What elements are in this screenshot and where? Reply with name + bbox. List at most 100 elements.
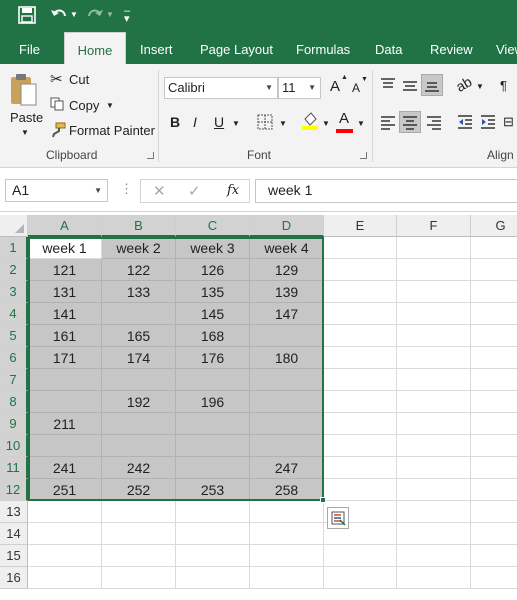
cell-d1[interactable]: week 4: [250, 237, 324, 259]
font-size-select[interactable]: 11 ▼: [278, 77, 321, 99]
copy-button[interactable]: Copy: [69, 98, 99, 113]
column-header-f[interactable]: F: [397, 215, 471, 237]
cancel-icon[interactable]: ✕: [153, 182, 166, 200]
cell-a9[interactable]: 211: [28, 413, 102, 435]
row-header-2[interactable]: 2: [0, 259, 28, 281]
cell-b10[interactable]: [102, 435, 176, 457]
borders-icon[interactable]: [257, 114, 273, 130]
fill-color-icon[interactable]: [301, 111, 319, 131]
select-all-corner[interactable]: [0, 215, 28, 237]
cell-b9[interactable]: [102, 413, 176, 435]
bottom-align-button[interactable]: [421, 74, 443, 96]
tab-page-layout[interactable]: Page Layout: [200, 32, 273, 64]
shrink-font-button[interactable]: A: [352, 81, 360, 95]
tab-insert[interactable]: Insert: [140, 32, 173, 64]
cell-e2[interactable]: [324, 259, 397, 281]
cell-f8[interactable]: [397, 391, 471, 413]
row-header-1[interactable]: 1: [0, 237, 28, 259]
cell-e7[interactable]: [324, 369, 397, 391]
align-right-icon[interactable]: [426, 114, 442, 130]
bold-button[interactable]: B: [170, 114, 180, 130]
cell-d2[interactable]: 129: [250, 259, 324, 281]
cell-b4[interactable]: [102, 303, 176, 325]
cell-c11[interactable]: [176, 457, 250, 479]
cell-a7[interactable]: [28, 369, 102, 391]
cell-b5[interactable]: 165: [102, 325, 176, 347]
underline-button[interactable]: U: [214, 114, 224, 130]
cell-e1[interactable]: [324, 237, 397, 259]
clipboard-dialog-launcher-icon[interactable]: [147, 152, 154, 159]
cell-b6[interactable]: 174: [102, 347, 176, 369]
paste-dropdown-icon[interactable]: ▼: [21, 128, 29, 137]
row-header-16[interactable]: 16: [0, 567, 28, 589]
cell-c1[interactable]: week 3: [176, 237, 250, 259]
cell-f5[interactable]: [397, 325, 471, 347]
column-header-g[interactable]: G: [471, 215, 517, 237]
font-dialog-launcher-icon[interactable]: [360, 152, 367, 159]
fill-color-dropdown-icon[interactable]: ▼: [322, 119, 330, 128]
enter-icon[interactable]: ✓: [188, 182, 201, 200]
column-header-d[interactable]: D: [250, 215, 324, 237]
cell-g5[interactable]: [471, 325, 517, 347]
top-align-icon[interactable]: [380, 77, 396, 93]
row-header-12[interactable]: 12: [0, 479, 28, 501]
cell-e12[interactable]: [324, 479, 397, 501]
cell-a1[interactable]: week 1: [28, 237, 102, 259]
cell-d15[interactable]: [250, 545, 324, 567]
font-name-select[interactable]: Calibri ▼: [164, 77, 278, 99]
row-header-5[interactable]: 5: [0, 325, 28, 347]
tab-view[interactable]: View: [496, 32, 517, 64]
cell-b8[interactable]: 192: [102, 391, 176, 413]
tab-review[interactable]: Review: [430, 32, 473, 64]
tab-formulas[interactable]: Formulas: [296, 32, 350, 64]
paste-button[interactable]: Paste: [10, 110, 43, 125]
cell-f2[interactable]: [397, 259, 471, 281]
cell-a6[interactable]: 171: [28, 347, 102, 369]
column-header-a[interactable]: A: [28, 215, 102, 237]
merge-center-icon[interactable]: ⊟: [503, 114, 514, 130]
cell-g14[interactable]: [471, 523, 517, 545]
cell-c12[interactable]: 253: [176, 479, 250, 501]
align-center-button[interactable]: [399, 111, 421, 133]
cell-b3[interactable]: 133: [102, 281, 176, 303]
cell-g13[interactable]: [471, 501, 517, 523]
cell-a11[interactable]: 241: [28, 457, 102, 479]
italic-button[interactable]: I: [193, 114, 197, 130]
cell-d3[interactable]: 139: [250, 281, 324, 303]
cell-b7[interactable]: [102, 369, 176, 391]
undo-icon[interactable]: [50, 6, 68, 24]
cell-c15[interactable]: [176, 545, 250, 567]
cell-f11[interactable]: [397, 457, 471, 479]
column-header-c[interactable]: C: [176, 215, 250, 237]
grow-font-button[interactable]: A: [330, 78, 340, 95]
cell-b13[interactable]: [102, 501, 176, 523]
cell-f16[interactable]: [397, 567, 471, 589]
cell-g8[interactable]: [471, 391, 517, 413]
row-header-10[interactable]: 10: [0, 435, 28, 457]
customize-qat-icon[interactable]: – ▾: [124, 6, 130, 25]
cell-f13[interactable]: [397, 501, 471, 523]
cell-b2[interactable]: 122: [102, 259, 176, 281]
cell-c9[interactable]: [176, 413, 250, 435]
cell-e15[interactable]: [324, 545, 397, 567]
format-painter-icon[interactable]: [50, 122, 66, 138]
cell-e5[interactable]: [324, 325, 397, 347]
row-header-15[interactable]: 15: [0, 545, 28, 567]
quick-analysis-button[interactable]: [327, 507, 349, 529]
cell-f12[interactable]: [397, 479, 471, 501]
cell-d10[interactable]: [250, 435, 324, 457]
row-header-14[interactable]: 14: [0, 523, 28, 545]
format-painter-button[interactable]: Format Painter: [69, 123, 155, 138]
cell-d7[interactable]: [250, 369, 324, 391]
cell-g15[interactable]: [471, 545, 517, 567]
copy-icon[interactable]: [50, 97, 64, 111]
cell-f4[interactable]: [397, 303, 471, 325]
column-header-e[interactable]: E: [324, 215, 397, 237]
cell-a3[interactable]: 131: [28, 281, 102, 303]
cell-e4[interactable]: [324, 303, 397, 325]
paste-icon[interactable]: [9, 72, 39, 108]
cell-d8[interactable]: [250, 391, 324, 413]
cell-b15[interactable]: [102, 545, 176, 567]
orientation-icon[interactable]: ab: [453, 73, 474, 95]
cell-g9[interactable]: [471, 413, 517, 435]
